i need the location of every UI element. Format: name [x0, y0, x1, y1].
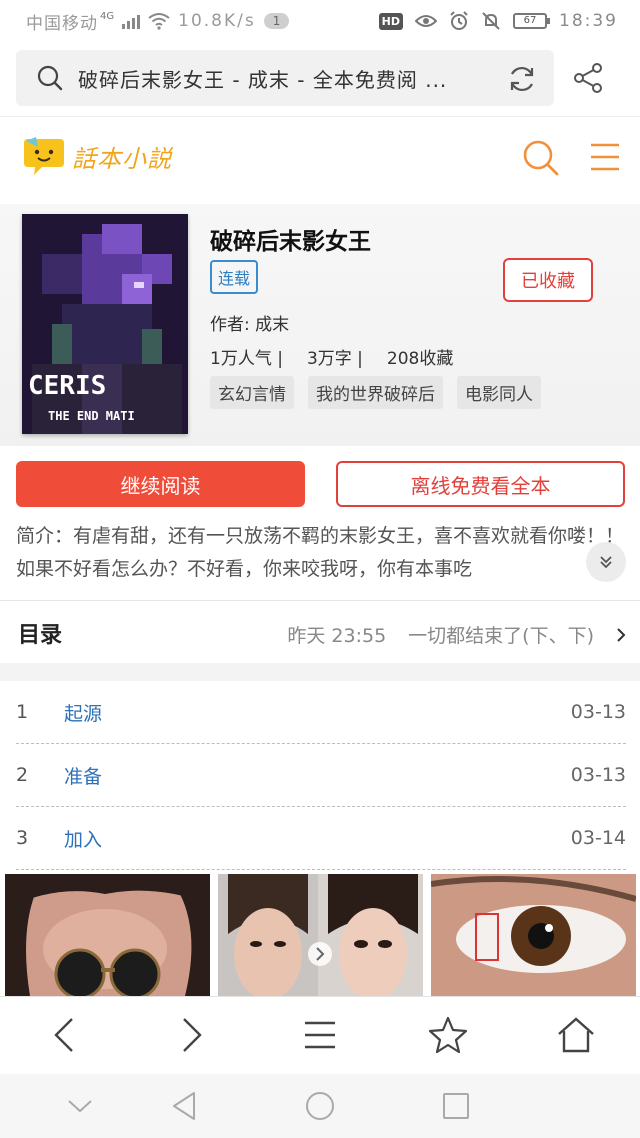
clock: 18:39 — [559, 11, 618, 31]
circle-home-icon — [306, 1092, 334, 1120]
system-back-button[interactable] — [166, 1088, 202, 1124]
favorites-count: 208收藏 — [386, 349, 454, 369]
chapter-date: 03-14 — [570, 827, 626, 849]
chevron-left-icon — [54, 1018, 73, 1052]
ad-photo — [431, 874, 636, 996]
triangle-back-icon — [173, 1092, 195, 1120]
refresh-icon[interactable] — [506, 63, 538, 95]
toc-title: 目录 — [18, 623, 63, 648]
ad-banner — [0, 874, 640, 996]
system-recents-button[interactable] — [438, 1088, 474, 1124]
chevron-down-icon — [68, 1100, 92, 1113]
chapter-title[interactable]: 加入 — [64, 825, 571, 852]
status-bar: 中国移动 4G 10.8K/s 1 HD 67 18:39 — [0, 0, 640, 42]
favorite-button[interactable]: 已收藏 — [503, 258, 593, 302]
home-button[interactable] — [554, 1015, 598, 1055]
search-icon — [37, 65, 63, 91]
ad-image-eye[interactable] — [431, 874, 636, 996]
chapter-title[interactable]: 起源 — [64, 699, 571, 726]
status-badge: 连载 — [210, 260, 259, 294]
book-cover[interactable]: CERIS THE END MATI — [22, 214, 188, 434]
square-recents-icon — [443, 1093, 469, 1119]
search-icon[interactable] — [520, 137, 560, 177]
latest-update-time: 昨天 23:55 — [287, 625, 387, 647]
cover-art: CERIS THE END MATI — [22, 214, 188, 434]
logo-badge-icon — [24, 137, 64, 175]
book-info: CERIS THE END MATI 破碎后末影女王 连载 已收藏 作者: 成末… — [0, 204, 640, 446]
mute-bell-icon — [482, 12, 500, 30]
tag-item[interactable]: 我的世界破碎后 — [308, 376, 443, 409]
address-bar[interactable]: 破碎后末影女王 - 成末 - 全本免费阅 ... — [16, 50, 554, 106]
back-button[interactable] — [42, 1015, 86, 1055]
word-count: 3万字 | — [306, 349, 363, 369]
offline-read-button[interactable]: 离线免费看全本 — [336, 461, 625, 507]
bookmark-button[interactable] — [426, 1015, 470, 1055]
chapter-row[interactable]: 3 加入 03-14 — [16, 807, 626, 870]
wifi-icon — [148, 13, 170, 30]
chapter-date: 03-13 — [570, 764, 626, 786]
notification-badge: 1 — [263, 13, 290, 29]
signal-icon — [122, 13, 141, 29]
eye-icon — [415, 15, 437, 27]
forward-button[interactable] — [170, 1015, 214, 1055]
latest-chapter-title: 一切都结束了(下、下) — [408, 625, 594, 647]
section-gap — [0, 663, 640, 681]
share-icon[interactable] — [570, 60, 606, 96]
battery-icon: 67 — [513, 13, 550, 29]
tag-item[interactable]: 电影同人 — [457, 376, 541, 409]
chevron-right-icon — [183, 1018, 202, 1052]
carrier-label: 中国移动 — [26, 13, 98, 34]
toc-header[interactable]: 目录 昨天 23:55 一切都结束了(下、下) — [0, 601, 640, 663]
book-tags: 玄幻言情 我的世界破碎后 电影同人 — [210, 376, 541, 409]
browser-bottom-nav — [0, 996, 640, 1074]
latest-chapter[interactable]: 昨天 23:55 一切都结束了(下、下) — [287, 621, 626, 648]
cover-subtitle: THE END MATI — [48, 409, 135, 423]
chapter-title[interactable]: 准备 — [64, 762, 571, 789]
url-text: 破碎后末影女王 - 成末 - 全本免费阅 ... — [78, 67, 448, 92]
star-icon — [428, 1016, 468, 1054]
ad-image-sunglasses[interactable] — [5, 874, 210, 996]
chapter-number: 3 — [16, 827, 29, 849]
book-author[interactable]: 作者: 成末 — [210, 310, 289, 335]
chapter-number: 1 — [16, 701, 29, 723]
ad-photo — [218, 874, 423, 996]
ad-image-before-after[interactable] — [218, 874, 423, 996]
chevron-right-icon — [617, 627, 626, 642]
continue-reading-button[interactable]: 继续阅读 — [16, 461, 305, 507]
book-stats: 1万人气 | 3万字 | 208收藏 — [210, 344, 453, 369]
site-logo[interactable]: 話本小説 — [22, 135, 172, 177]
network-type: 4G — [100, 10, 115, 22]
hide-nav-button[interactable] — [62, 1088, 98, 1124]
chapter-row[interactable]: 1 起源 03-13 — [16, 681, 626, 744]
chapter-list: 1 起源 03-13 2 准备 03-13 3 加入 03-14 — [16, 681, 626, 870]
tag-item[interactable]: 玄幻言情 — [210, 376, 294, 409]
chapter-date: 03-13 — [570, 701, 626, 723]
ad-photo — [5, 874, 210, 996]
system-nav-bar — [0, 1074, 640, 1138]
menu-icon — [305, 1021, 335, 1049]
expand-intro-button[interactable] — [586, 542, 626, 582]
alarm-icon — [450, 11, 468, 30]
system-home-button[interactable] — [302, 1088, 338, 1124]
home-icon — [558, 1017, 594, 1053]
double-chevron-down-icon — [600, 556, 612, 569]
menu-button[interactable] — [298, 1015, 342, 1055]
book-title: 破碎后末影女王 — [210, 229, 371, 255]
logo-text: 話本小説 — [72, 144, 172, 173]
site-header: 話本小説 — [0, 116, 640, 204]
book-intro: 简介：有虐有甜，还有一只放荡不羁的末影女王，喜不喜欢就看你喽！！如果不好看怎么办… — [16, 525, 625, 580]
network-speed: 10.8K/s — [178, 11, 256, 31]
cover-title: CERIS — [28, 371, 106, 401]
menu-icon[interactable] — [588, 141, 622, 173]
chapter-number: 2 — [16, 764, 29, 786]
hd-badge: HD — [378, 12, 403, 30]
popularity-count: 1万人气 | — [210, 349, 283, 369]
chapter-row[interactable]: 2 准备 03-13 — [16, 744, 626, 807]
